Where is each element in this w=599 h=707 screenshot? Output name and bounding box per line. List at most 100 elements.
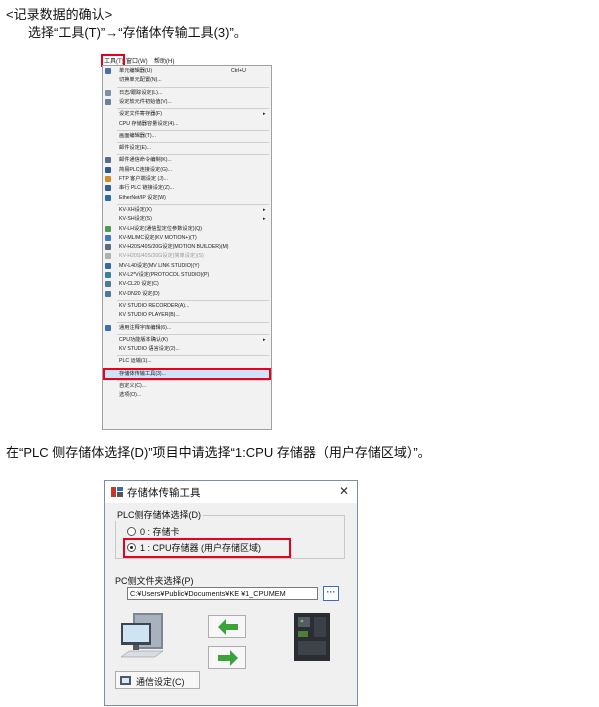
ethernet-ip-icon — [105, 194, 111, 201]
menu-item-label: 日志/跟踪设定(L)... — [119, 89, 163, 96]
menu-item-label: 简易PLC连接设定(G)... — [119, 166, 173, 173]
menu-item-label: KV STUDIO PLAYER(B)... — [119, 312, 180, 319]
comment-library-icon — [105, 324, 111, 331]
radio-memory-card[interactable]: 0 : 存储卡 — [127, 526, 277, 538]
menu-item[interactable]: 单元编辑器(U) Ctrl+U — [103, 67, 271, 75]
kv-cl20-icon — [105, 281, 111, 288]
menu-item-label: KV-CL20 设定(C) — [119, 281, 159, 288]
menu-item-label: 设定软元件初始值(V)... — [119, 98, 172, 105]
menu-item-label: KV-LH设定(通信型定位参数设定)(Q) — [119, 225, 202, 232]
upload-arrow-button[interactable] — [208, 615, 246, 638]
menu-item-label: 邮件设定(E)... — [119, 145, 151, 152]
comm-settings-label: 通信设定(C) — [136, 677, 185, 687]
serial-link-icon — [105, 185, 111, 192]
menu-item[interactable]: 选项(O)... — [103, 391, 271, 399]
radio-memory-card-circle[interactable] — [127, 527, 136, 536]
menu-item[interactable]: KV-SH设定(S) ▸ — [103, 215, 271, 223]
menu-item-label: 设定文件寄存器(F) — [119, 111, 162, 118]
download-arrow-button[interactable] — [208, 646, 246, 669]
radio-memory-card-label: 0 : 存储卡 — [140, 527, 180, 537]
menu-item[interactable]: KV-H20S/40S/20G设定(MOTION BUILDER)(M) — [103, 243, 271, 251]
menu-item-label: KV-XH设定(X) — [119, 206, 152, 213]
menu-item-label: KV STUDIO RECORDER(A)... — [119, 302, 190, 309]
memory-transfer-highlight-box — [103, 367, 271, 380]
menu-separator — [117, 86, 269, 88]
memory-transfer-dialog: 存储体传输工具 ✕ PLC侧存储体选择(D) 0 : 存储卡 1 : CPU存储… — [104, 480, 358, 706]
menu-item[interactable]: EtherNet/IP 设定(W) — [103, 194, 271, 202]
menu-item[interactable]: 邮件设定(E)... — [103, 144, 271, 152]
submenu-arrow-icon: ▸ — [263, 206, 266, 213]
menu-item-label: 自定义(C)... — [119, 383, 147, 389]
mail-command-icon — [105, 157, 111, 164]
menu-item-label: CPU 存储器容量设定(4)... — [119, 120, 179, 127]
menu-item[interactable]: KV-CL20 设定(C) — [103, 280, 271, 288]
submenu-arrow-icon: ▸ — [263, 216, 266, 223]
menu-item-label: 切换单元配置(N)... — [119, 77, 162, 84]
menu-window[interactable]: 窗口(W) — [126, 56, 148, 65]
menu-item[interactable]: 邮件通信命令编制(K)... — [103, 156, 271, 164]
menu-item[interactable]: KV-ML/MC设定(KV MOTION+)(T) — [103, 234, 271, 242]
menu-item[interactable]: MV-L40设定(MV LINK STUDIO)(Y) — [103, 262, 271, 270]
submenu-arrow-icon: ▸ — [263, 336, 266, 343]
cpu-memory-highlight-box — [123, 538, 291, 558]
menu-item[interactable]: KV-L2*V设定(PROTOCOL STUDIO)(P) — [103, 271, 271, 279]
arrow-left-icon — [218, 619, 238, 635]
log-trace-icon — [105, 89, 111, 96]
menu-item[interactable]: 日志/跟踪设定(L)... — [103, 89, 271, 97]
menu-item[interactable]: 串行 PLC 链接设定(Z)... — [103, 184, 271, 192]
menu-item[interactable]: KV STUDIO PLAYER(B)... — [103, 311, 271, 319]
menu-item-label: 选项(O)... — [119, 392, 142, 399]
menu-item[interactable]: KV STUDIO 语言设定(2)... — [103, 345, 271, 353]
menu-help[interactable]: 帮助(H) — [154, 56, 174, 65]
menu-item-label: KV-ML/MC设定(KV MOTION+)(T) — [119, 234, 197, 241]
menu-item-label: 画面编辑器(T)... — [119, 132, 156, 139]
menu-item[interactable]: KV-H20S/40S/20G设定(简单设定)(S) — [103, 252, 271, 260]
menu-separator — [117, 355, 269, 357]
protocol-studio-icon — [105, 272, 111, 278]
menu-item[interactable]: 设定软元件初始值(V)... — [103, 98, 271, 106]
page-heading: <记录数据的确认> — [6, 7, 113, 22]
motion-builder-icon — [105, 244, 111, 251]
simple-setting-icon — [105, 253, 111, 260]
menu-separator — [117, 299, 269, 301]
menu-item-label: KV STUDIO 语言设定(2)... — [119, 346, 180, 353]
menu-item-label: KV-SH设定(S) — [119, 216, 152, 223]
menu-item[interactable]: KV-XH设定(X) ▸ — [103, 206, 271, 214]
app-icon — [111, 487, 123, 497]
menu-separator — [117, 203, 269, 205]
menu-item[interactable]: KV-DN20 设定(D) — [103, 290, 271, 298]
menu-separator — [117, 321, 269, 323]
pc-computer-icon — [120, 613, 164, 658]
menu-separator — [117, 142, 269, 144]
pc-folder-path-input[interactable]: C:¥Users¥Public¥Documents¥KE ¥1_CPUMEM — [127, 587, 318, 600]
kv-dn20-icon — [105, 290, 111, 297]
unit-editor-icon — [105, 68, 111, 74]
close-icon[interactable]: ✕ — [335, 483, 353, 500]
menu-item-label: 串行 PLC 链接设定(Z)... — [119, 185, 175, 192]
menu-item[interactable]: CPU功能版本确认(K) ▸ — [103, 336, 271, 344]
browse-folder-button[interactable]: ··· — [323, 586, 339, 601]
menu-item-label: CPU功能版本确认(K) — [119, 336, 168, 343]
menu-item-label: KV-H20S/40S/20G设定(简单设定)(S) — [119, 253, 204, 260]
device-init-icon — [105, 98, 111, 105]
menu-separator — [117, 333, 269, 335]
menu-item[interactable]: FTP 客户端设定 (J)... — [103, 175, 271, 183]
menu-item[interactable]: 简易PLC连接设定(G)... — [103, 166, 271, 174]
tools-menu-screenshot: 工具(T) 窗口(W) 帮助(H) 单元编辑器(U) Ctrl+U 切换单元配置(N… — [101, 54, 272, 430]
menu-item[interactable]: CPU 存储器容量设定(4)... — [103, 120, 271, 128]
menu-item-label: KV-H20S/40S/20G设定(MOTION BUILDER)(M) — [119, 244, 229, 251]
menu-item[interactable]: 切换单元配置(N)... — [103, 76, 271, 84]
plc-link-icon — [105, 166, 111, 173]
arrow-right-icon — [218, 650, 238, 666]
instruction-step-2: 在“PLC 侧存储体选择(D)”项目中请选择“1:CPU 存储器（用户存储区域）… — [6, 445, 431, 460]
tools-dropdown: 单元编辑器(U) Ctrl+U 切换单元配置(N)... 日志/跟踪设定(L)... 设… — [102, 65, 272, 430]
submenu-arrow-icon: ▸ — [263, 111, 266, 118]
comm-settings-button[interactable]: 通信设定(C) — [115, 671, 200, 689]
menu-item[interactable]: 设定文件寄存器(F) ▸ — [103, 110, 271, 118]
menu-item[interactable]: 画面编辑器(T)... — [103, 132, 271, 140]
menu-item[interactable]: 自定义(C)... — [103, 382, 271, 390]
menu-item[interactable]: PLC 运输(1)... — [103, 357, 271, 365]
menu-item[interactable]: 通用注释字库编辑(6)... — [103, 324, 271, 332]
menu-item[interactable]: KV-LH设定(通信型定位参数设定)(Q) — [103, 225, 271, 233]
menu-item[interactable]: KV STUDIO RECORDER(A)... — [103, 302, 271, 310]
